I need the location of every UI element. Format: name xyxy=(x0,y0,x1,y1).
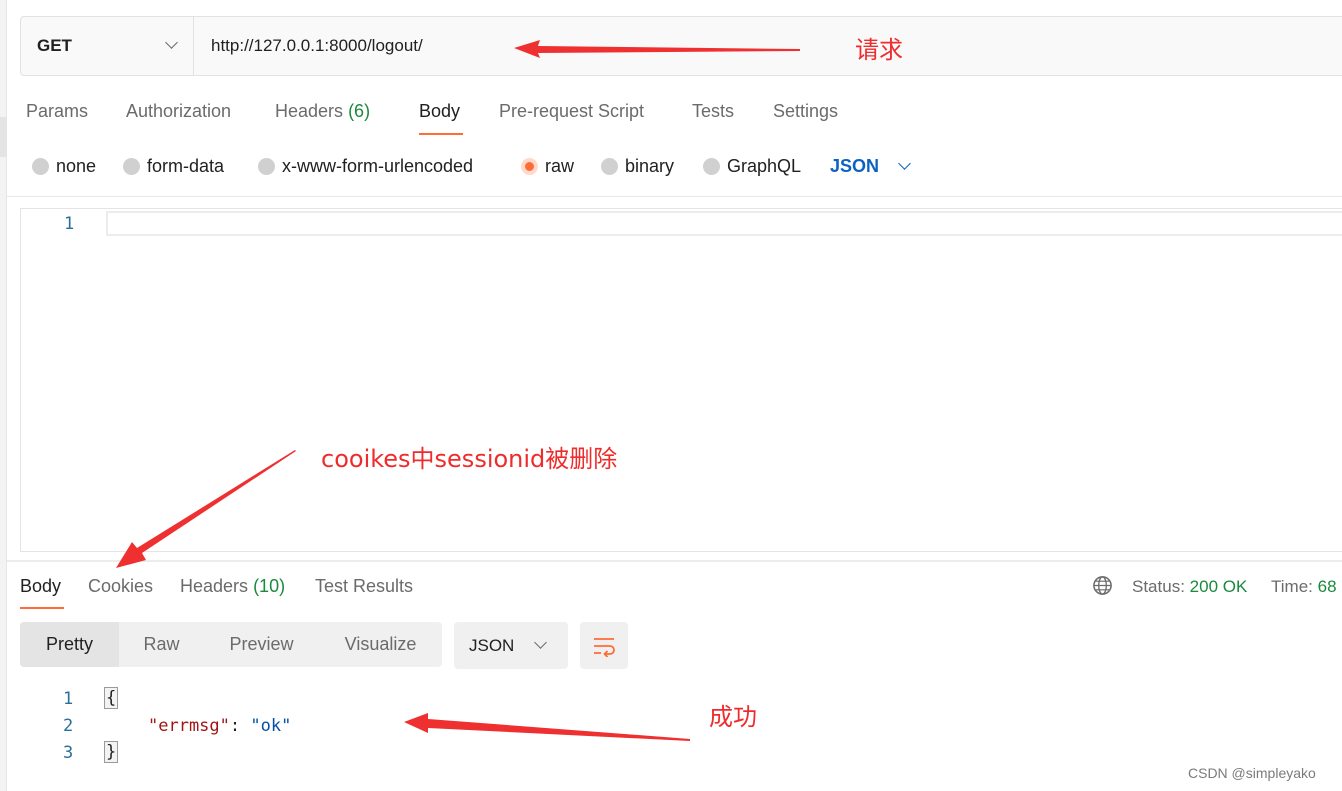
radio-button xyxy=(601,158,618,175)
view-preview[interactable]: Preview xyxy=(204,622,319,667)
active-tab-indicator xyxy=(419,133,463,135)
time-label: Time: xyxy=(1271,577,1313,596)
radio-button xyxy=(32,158,49,175)
radio-label: raw xyxy=(545,156,575,176)
response-format-select[interactable]: JSON xyxy=(454,622,568,669)
tab-label: Params xyxy=(26,101,89,121)
response-tab-headers[interactable]: Headers (10) xyxy=(180,576,285,597)
radio-none[interactable]: none xyxy=(32,155,96,177)
response-line-number: 1 xyxy=(63,689,74,709)
view-pretty[interactable]: Pretty xyxy=(20,622,119,667)
tab-tests[interactable]: Tests xyxy=(692,101,734,122)
response-tab-test-results[interactable]: Test Results xyxy=(315,576,413,597)
editor-active-line[interactable] xyxy=(106,211,1342,236)
status-value: 200 OK xyxy=(1189,577,1248,596)
time-value: 68 xyxy=(1317,577,1337,596)
response-tab-body[interactable]: Body xyxy=(20,576,61,597)
tab-label: Tests xyxy=(692,101,735,121)
view-raw[interactable]: Raw xyxy=(119,622,204,667)
radio-raw[interactable]: raw xyxy=(521,155,574,177)
annotation-request: 请求 xyxy=(855,36,903,64)
radio-label: binary xyxy=(625,156,675,176)
radio-label: form-data xyxy=(147,156,225,176)
globe-icon[interactable] xyxy=(1092,575,1113,596)
active-tab-indicator xyxy=(20,607,64,609)
chevron-down-icon xyxy=(165,36,178,49)
radio-binary[interactable]: binary xyxy=(601,155,674,177)
radio-label: none xyxy=(56,156,97,176)
response-line-1: { xyxy=(104,687,119,709)
tab-authorization[interactable]: Authorization xyxy=(126,101,231,122)
annotation-success: 成功 xyxy=(709,703,757,731)
response-line-number: 3 xyxy=(63,743,74,763)
wrap-lines-icon xyxy=(594,638,615,657)
response-line-3: } xyxy=(104,741,119,763)
response-line-number: 2 xyxy=(63,716,74,736)
tab-body[interactable]: Body xyxy=(419,101,460,122)
status-indicator[interactable]: Status: 200 OK xyxy=(1132,577,1247,597)
time-indicator[interactable]: Time: 68 xyxy=(1271,577,1337,597)
json-colon: : xyxy=(229,716,251,736)
radio-label: GraphQL xyxy=(727,156,802,176)
response-format-label: JSON xyxy=(469,636,515,655)
request-bar: GET http://127.0.0.1:8000/logout/ xyxy=(20,16,1342,76)
body-editor[interactable] xyxy=(20,208,1342,552)
response-line-2: "errmsg": "ok" xyxy=(148,716,291,736)
tab-count: (6) xyxy=(348,101,371,121)
radio-graphql[interactable]: GraphQL xyxy=(703,155,801,177)
method-select[interactable]: GET xyxy=(21,17,194,75)
divider xyxy=(7,196,1342,197)
radio-button xyxy=(258,158,275,175)
radio-button-selected xyxy=(521,158,538,175)
json-value: "ok" xyxy=(250,716,292,736)
tab-label: Pre-request Script xyxy=(499,101,645,121)
chevron-down-icon xyxy=(534,636,547,649)
watermark: CSDN @simpleyako xyxy=(1188,765,1316,781)
chevron-down-icon[interactable] xyxy=(898,157,911,170)
annotation-cookies: cooikes中sessionid被删除 xyxy=(321,445,618,473)
editor-line-number: 1 xyxy=(64,214,75,234)
tab-settings[interactable]: Settings xyxy=(773,101,838,122)
tab-label: Settings xyxy=(773,101,839,121)
open-brace: { xyxy=(104,687,119,709)
tab-label: Test Results xyxy=(315,576,414,596)
tab-label: Body xyxy=(419,101,461,121)
view-visualize[interactable]: Visualize xyxy=(319,622,442,667)
wrap-lines-button[interactable] xyxy=(580,622,628,669)
pane-resize-handle[interactable] xyxy=(7,560,1342,562)
radio-form-data[interactable]: form-data xyxy=(123,155,224,177)
method-label: GET xyxy=(37,36,72,55)
tab-label: Body xyxy=(20,576,62,596)
success-arrow xyxy=(404,713,690,741)
close-brace: } xyxy=(104,741,119,763)
tab-label: Headers xyxy=(180,576,249,596)
url-input[interactable]: http://127.0.0.1:8000/logout/ xyxy=(211,17,423,75)
response-view-switcher: Pretty Raw Preview Visualize xyxy=(20,622,442,667)
tab-pre-request-script[interactable]: Pre-request Script xyxy=(499,101,644,122)
radio-x-www-form-urlencoded[interactable]: x-www-form-urlencoded xyxy=(258,155,473,177)
json-key: "errmsg" xyxy=(148,716,230,736)
radio-label: x-www-form-urlencoded xyxy=(282,156,474,176)
tab-label: Authorization xyxy=(126,101,232,121)
tab-label: Headers xyxy=(275,101,344,121)
tab-headers[interactable]: Headers (6) xyxy=(275,101,370,122)
status-label: Status: xyxy=(1132,577,1185,596)
radio-button xyxy=(703,158,720,175)
tab-label: Cookies xyxy=(88,576,154,596)
body-format-select[interactable]: JSON xyxy=(830,155,879,177)
tab-params[interactable]: Params xyxy=(26,101,88,122)
radio-button xyxy=(123,158,140,175)
gutter-marker xyxy=(0,117,7,157)
tab-count: (10) xyxy=(253,576,286,596)
response-tab-cookies[interactable]: Cookies xyxy=(88,576,153,597)
